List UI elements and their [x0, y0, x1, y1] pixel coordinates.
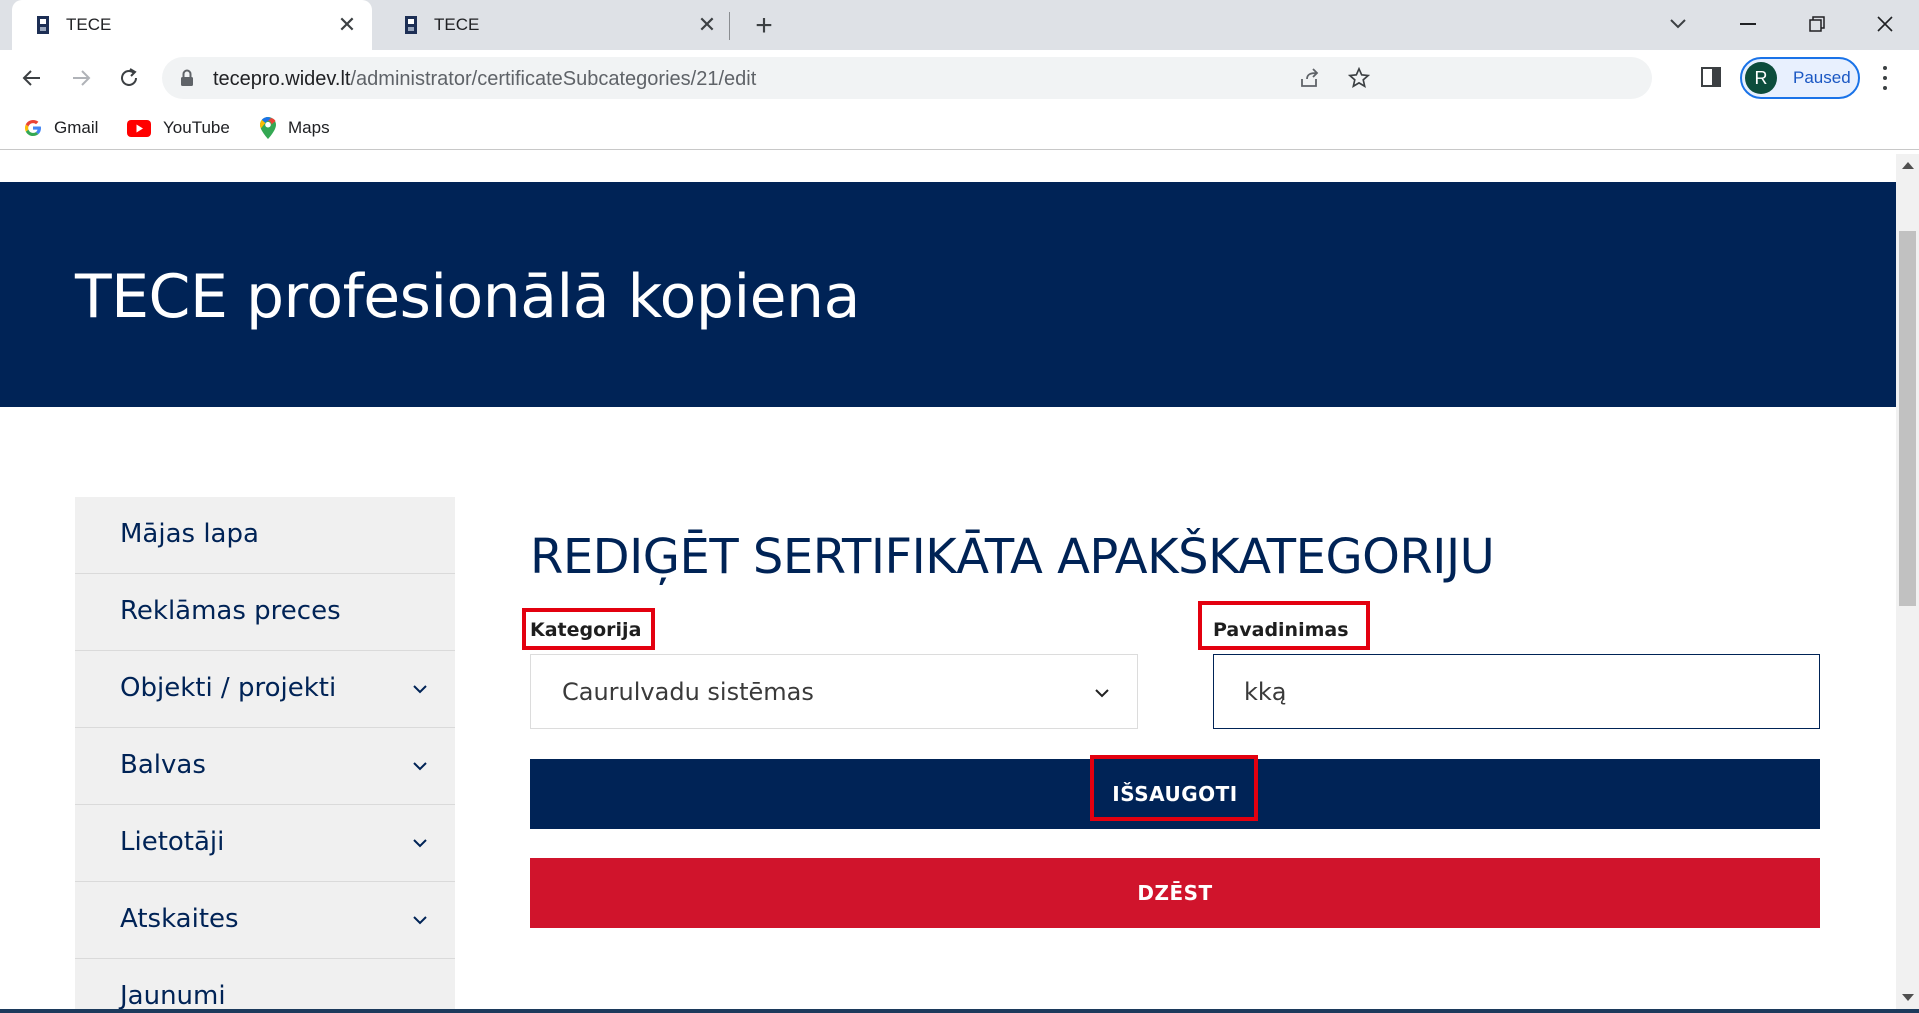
hero-banner: TECE profesionālā kopiena [0, 182, 1896, 407]
maps-icon [260, 117, 276, 139]
tab-strip: TECE ✕ TECE ✕ + [0, 0, 1919, 50]
category-select-value: Caurulvadu sistēmas [562, 678, 814, 706]
delete-button[interactable]: DZĒST [530, 858, 1820, 928]
sidebar-item-label: Objekti / projekti [120, 673, 337, 703]
admin-sidebar: Mājas lapa Reklāmas preces Objekti / pro… [75, 497, 455, 1009]
name-input[interactable] [1213, 654, 1820, 729]
bookmarks-bar: Gmail YouTube Maps [0, 106, 1919, 150]
restore-icon[interactable] [1793, 6, 1841, 42]
profile-status: Paused [1793, 68, 1851, 87]
page-title: REDIĢĒT SERTIFIKĀTA APAKŠKATEGORIJU [530, 529, 1495, 585]
chevron-down-icon[interactable] [413, 912, 427, 930]
tab-search-icon[interactable] [1654, 6, 1702, 42]
close-tab-icon[interactable]: ✕ [332, 10, 362, 40]
tece-favicon-icon [402, 16, 420, 34]
tab-title: TECE [66, 15, 112, 34]
sidebar-item-home[interactable]: Mājas lapa [75, 497, 455, 574]
avatar: R [1745, 62, 1777, 94]
browser-tab-1[interactable]: TECE ✕ [12, 0, 372, 50]
bookmark-label: YouTube [163, 118, 230, 137]
browser-tab-2[interactable]: TECE ✕ [380, 0, 732, 50]
back-icon[interactable] [14, 60, 50, 96]
tab-title: TECE [434, 15, 480, 34]
profile-button[interactable]: R Paused [1740, 57, 1860, 99]
scroll-up-arrow-icon[interactable] [1902, 162, 1914, 169]
bookmark-star-icon[interactable] [1347, 66, 1371, 90]
bookmark-label: Gmail [54, 118, 99, 137]
url-text[interactable]: tecepro.widev.lt/administrator/certifica… [213, 68, 756, 91]
category-select[interactable]: Caurulvadu sistēmas [530, 654, 1138, 729]
side-panel-icon[interactable] [1700, 66, 1722, 93]
new-tab-icon[interactable]: + [748, 9, 780, 42]
sidebar-item-label: Lietotāji [120, 827, 225, 857]
browser-toolbar: tecepro.widev.lt/administrator/certifica… [0, 50, 1919, 106]
sidebar-item-users[interactable]: Lietotāji [75, 805, 455, 882]
highlight-box [1090, 755, 1258, 821]
chevron-down-icon[interactable] [413, 681, 427, 699]
bookmark-label: Maps [288, 118, 330, 137]
page-scrollbar[interactable] [1896, 154, 1919, 1009]
forward-icon[interactable] [63, 60, 99, 96]
highlight-box [522, 608, 655, 650]
close-tab-icon[interactable]: ✕ [692, 10, 722, 40]
more-menu-icon[interactable] [1880, 66, 1890, 90]
sidebar-item-projects[interactable]: Objekti / projekti [75, 651, 455, 728]
address-bar[interactable]: tecepro.widev.lt/administrator/certifica… [162, 57, 1652, 99]
reload-icon[interactable] [111, 60, 147, 96]
bookmark-youtube[interactable]: YouTube [127, 115, 230, 141]
google-icon [24, 119, 42, 137]
site-title: TECE profesionālā kopiena [75, 262, 860, 332]
page-viewport: TECE profesionālā kopiena Mājas lapa Rek… [0, 154, 1896, 1009]
sidebar-item-label: Atskaites [120, 904, 239, 934]
taskbar-edge [0, 1009, 1919, 1013]
chevron-down-icon[interactable] [413, 758, 427, 776]
sidebar-item-promo-goods[interactable]: Reklāmas preces [75, 574, 455, 651]
bookmark-gmail[interactable]: Gmail [24, 115, 98, 141]
sidebar-item-label: Reklāmas preces [120, 596, 341, 626]
chevron-down-icon[interactable] [413, 835, 427, 853]
scroll-down-arrow-icon[interactable] [1902, 994, 1914, 1001]
highlight-box [1198, 601, 1370, 650]
sidebar-item-label: Mājas lapa [120, 519, 259, 549]
sidebar-item-label: Balvas [120, 750, 206, 780]
sidebar-item-reports[interactable]: Atskaites [75, 882, 455, 959]
share-icon[interactable] [1298, 66, 1322, 90]
minimize-icon[interactable] [1724, 6, 1772, 42]
close-window-icon[interactable] [1861, 6, 1909, 42]
youtube-icon [127, 119, 151, 137]
tab-separator [729, 12, 730, 40]
lock-icon[interactable] [180, 69, 194, 92]
sidebar-item-label: Jaunumi [120, 981, 226, 1009]
bookmark-maps[interactable]: Maps [260, 115, 330, 141]
chevron-down-icon [1095, 685, 1109, 703]
sidebar-item-awards[interactable]: Balvas [75, 728, 455, 805]
tece-favicon-icon [34, 16, 52, 34]
scroll-thumb[interactable] [1899, 231, 1916, 606]
sidebar-item-news[interactable]: Jaunumi [75, 959, 455, 1009]
